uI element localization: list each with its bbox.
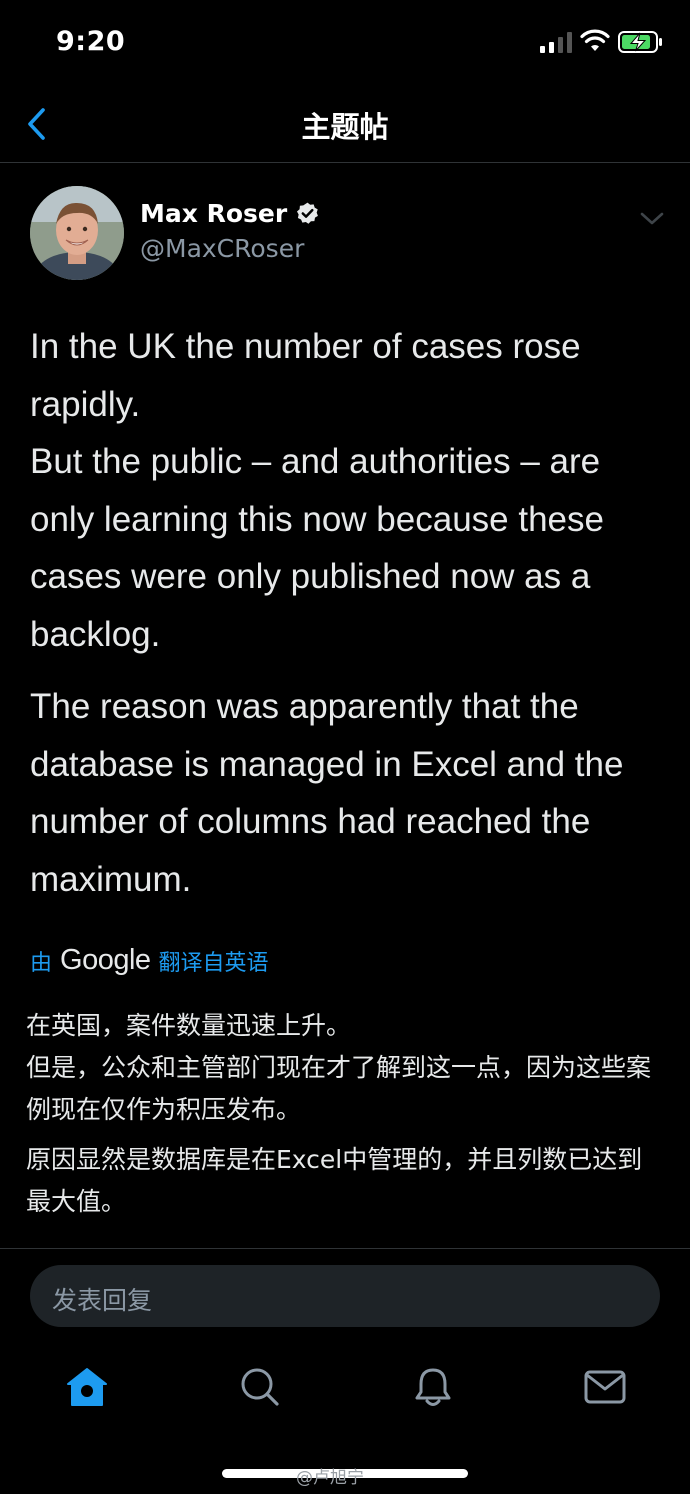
nav-bar: 主题帖 xyxy=(0,86,690,163)
translation-paragraph: 原因显然是数据库是在Excel中管理的，并且列数已达到最大值。 xyxy=(26,1145,643,1216)
home-icon xyxy=(67,1368,107,1406)
mail-icon xyxy=(584,1370,626,1404)
translation-attribution[interactable]: 由 Google 翻译自英语 xyxy=(30,944,269,977)
translated-text: 在英国，案件数量迅速上升。 但是，公众和主管部门现在才了解到这一点，因为这些案例… xyxy=(26,1005,656,1223)
author-handle[interactable]: @MaxCRoser xyxy=(140,234,304,263)
translated-by-label: 由 xyxy=(30,950,53,976)
tab-notifications[interactable] xyxy=(408,1362,458,1412)
tweet-paragraph: The reason was apparently that the datab… xyxy=(30,687,624,899)
search-icon xyxy=(241,1368,279,1406)
author-name-row[interactable]: Max Roser xyxy=(140,199,320,228)
tweet-paragraph: In the UK the number of cases rose rapid… xyxy=(30,327,604,654)
page-title: 主题帖 xyxy=(301,110,389,144)
tab-home[interactable] xyxy=(62,1362,112,1412)
tab-messages[interactable] xyxy=(580,1362,630,1412)
avatar[interactable] xyxy=(30,186,124,280)
cellular-signal-icon xyxy=(540,32,572,53)
google-logo: Google xyxy=(60,944,151,976)
reply-placeholder: 发表回复 xyxy=(52,1286,153,1315)
translated-from-label: 翻译自英语 xyxy=(158,950,269,976)
wifi-icon xyxy=(580,29,610,51)
author-name: Max Roser xyxy=(140,199,288,228)
tab-search[interactable] xyxy=(235,1362,285,1412)
reply-input[interactable]: 发表回复 xyxy=(30,1265,660,1327)
battery-charging-icon xyxy=(618,31,662,53)
verified-badge-icon xyxy=(297,202,319,224)
watermark: @卢旭宁 xyxy=(296,1468,364,1488)
bell-icon xyxy=(415,1368,451,1406)
divider xyxy=(0,1248,690,1249)
avatar-photo xyxy=(30,186,124,280)
chevron-down-icon[interactable] xyxy=(638,204,666,232)
status-time: 9:20 xyxy=(56,26,126,57)
translation-paragraph: 在英国，案件数量迅速上升。 但是，公众和主管部门现在才了解到这一点，因为这些案例… xyxy=(26,1011,652,1124)
tweet-text: In the UK the number of cases rose rapid… xyxy=(30,318,670,908)
